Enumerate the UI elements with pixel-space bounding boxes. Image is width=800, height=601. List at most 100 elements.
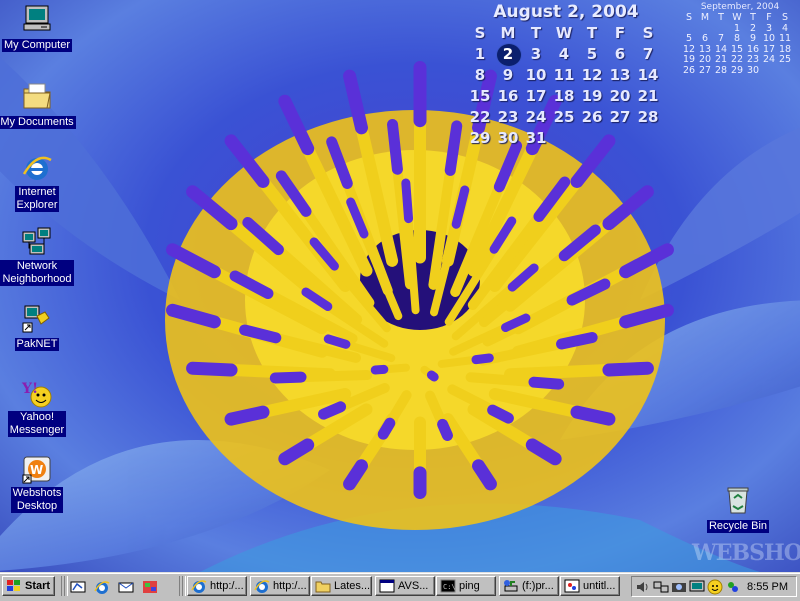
weekday-header: S [642, 24, 654, 42]
taskbar-button[interactable]: http:/... [250, 576, 310, 596]
calendar-day: 23 [497, 108, 519, 126]
desktop-icon-my-documents[interactable]: My Documents [0, 80, 77, 130]
webshots-icon: W [22, 456, 51, 484]
calendar-day: 11 [778, 33, 792, 44]
calendar-day: 27 [698, 64, 712, 76]
calendar-day: 30 [746, 64, 760, 76]
desktop-icon-recycle-bin[interactable]: Recycle Bin [698, 484, 778, 534]
weekday-header: T [718, 12, 724, 23]
weekday-header: T [750, 12, 756, 23]
start-label: Start [25, 580, 51, 592]
desktop-icon-internet-explorer[interactable]: Internet Explorer [0, 152, 77, 213]
calendar-day: 25 [553, 108, 575, 126]
volume-icon[interactable] [635, 579, 651, 595]
internet-explorer-icon [22, 156, 52, 180]
network-neighborhood-icon [22, 227, 51, 255]
svg-text:Y!: Y! [21, 381, 38, 397]
yahoo-messenger-icon: Y! [21, 381, 52, 408]
taskbar-button-label: (f:)pr... [522, 580, 554, 592]
calendar-day: 9 [502, 66, 514, 84]
calendar-grid: S M T W T F S 1 2 3 4 5 6 7 8 9 10 11 12 13 14 15 16 17 18 19 20 21… [681, 12, 799, 76]
calendar-day-today: 2 [494, 43, 522, 67]
outlook-express-icon [118, 582, 134, 593]
desktop-icon-label: Network Neighborhood [0, 260, 74, 286]
start-button[interactable]: Start [2, 576, 55, 596]
ping-icon: C:\ [440, 579, 456, 593]
calendar-day: 21 [714, 54, 728, 65]
taskbar-button[interactable]: C:\ ping [436, 576, 496, 596]
calendar-day: 5 [586, 45, 598, 63]
weekday-header: W [555, 24, 573, 42]
taskbar-button-label: ping [459, 580, 480, 592]
calendar-day: 5 [685, 33, 693, 44]
calendar-day: 19 [581, 87, 603, 105]
taskbar-button-label: http:/... [210, 580, 244, 592]
system-tray: 8:55 PM [631, 576, 797, 597]
paint-icon [564, 579, 580, 593]
paknet-icon [22, 305, 50, 333]
weekday-header: F [614, 24, 626, 42]
camera-icon[interactable] [671, 579, 687, 595]
desktop-icon-yahoo-messenger[interactable]: Y! Yahoo! Messenger [0, 377, 77, 438]
internet-explorer-icon [254, 580, 270, 593]
calendar-day: 24 [762, 54, 776, 65]
folder-icon [315, 581, 331, 593]
media-icon [143, 581, 157, 593]
weekday-header: M [700, 12, 710, 23]
app-icon [379, 579, 395, 593]
quick-launch-internet-explorer[interactable] [93, 578, 111, 596]
clock[interactable]: 8:55 PM [747, 581, 788, 593]
my-documents-icon [23, 83, 51, 109]
calendar-day: 10 [525, 66, 547, 84]
network-icon[interactable] [653, 579, 669, 595]
taskbar-button[interactable]: untitl... [560, 576, 620, 596]
taskbar-button[interactable]: (f:)pr... [499, 576, 559, 596]
calendar-day: 15 [469, 87, 491, 105]
calendar-day: 30 [497, 129, 519, 147]
calendar-day: 18 [553, 87, 575, 105]
calendar-day: 21 [637, 87, 659, 105]
calendar-day: 11 [553, 66, 575, 84]
desktop-icon-my-computer[interactable]: My Computer [0, 3, 77, 53]
weekday-header: T [586, 24, 598, 42]
svg-text:C:\: C:\ [443, 583, 456, 591]
calendar-day: 13 [609, 66, 631, 84]
weekday-header: M [500, 24, 516, 42]
calendar-day: 28 [637, 108, 659, 126]
calendar-title: August 2, 2004 [493, 2, 639, 22]
calendar-day: 26 [581, 108, 603, 126]
desktop-icon-label: Yahoo! Messenger [7, 411, 67, 437]
calendar-day: 7 [642, 45, 654, 63]
taskbar-button[interactable]: Lates... [311, 576, 372, 596]
calendar-day: 29 [730, 64, 744, 76]
desktop-icon-network-neighborhood[interactable]: Network Neighborhood [0, 226, 77, 287]
quick-launch-media[interactable] [141, 578, 159, 596]
calendar-day: 19 [682, 54, 696, 65]
monitor-icon[interactable] [689, 579, 705, 595]
yahoo-smiley-icon[interactable] [707, 579, 723, 595]
taskbar-button[interactable]: AVS... [375, 576, 435, 596]
calendar-day: 8 [733, 33, 741, 44]
internet-explorer-icon [94, 581, 110, 594]
calendar-day: 7 [717, 33, 725, 44]
desktop-icon-paknet[interactable]: PakNET [0, 302, 77, 352]
weekday-header: T [530, 24, 542, 42]
desktop-icon-webshots-desktop[interactable]: W Webshots Desktop [0, 453, 77, 514]
show-desktop-icon [70, 581, 86, 593]
messenger-icon[interactable] [725, 579, 741, 595]
taskbar-separator [64, 576, 68, 596]
calendar-day: 6 [701, 33, 709, 44]
desktop-icon-label: Webshots Desktop [10, 487, 64, 513]
quick-launch-show-desktop[interactable] [69, 578, 87, 596]
desktop-icon-label: My Documents [0, 116, 76, 129]
calendar-day: 3 [530, 45, 542, 63]
weekday-header: F [766, 12, 772, 23]
quick-launch-outlook-express[interactable] [117, 578, 135, 596]
internet-explorer-icon [191, 580, 207, 593]
taskbar-button[interactable]: http:/... [187, 576, 247, 596]
svg-text:W: W [30, 463, 43, 477]
taskbar: Start http:/... http:/... Lates... AVS... C:… [0, 572, 800, 601]
calendar-august: August 2, 2004 S M T W T F S 1 2 3 4 5 6 7 8 9 10 11 12 13 1… [466, 2, 666, 148]
calendar-day: 4 [558, 45, 570, 63]
weekday-header: S [474, 24, 486, 42]
